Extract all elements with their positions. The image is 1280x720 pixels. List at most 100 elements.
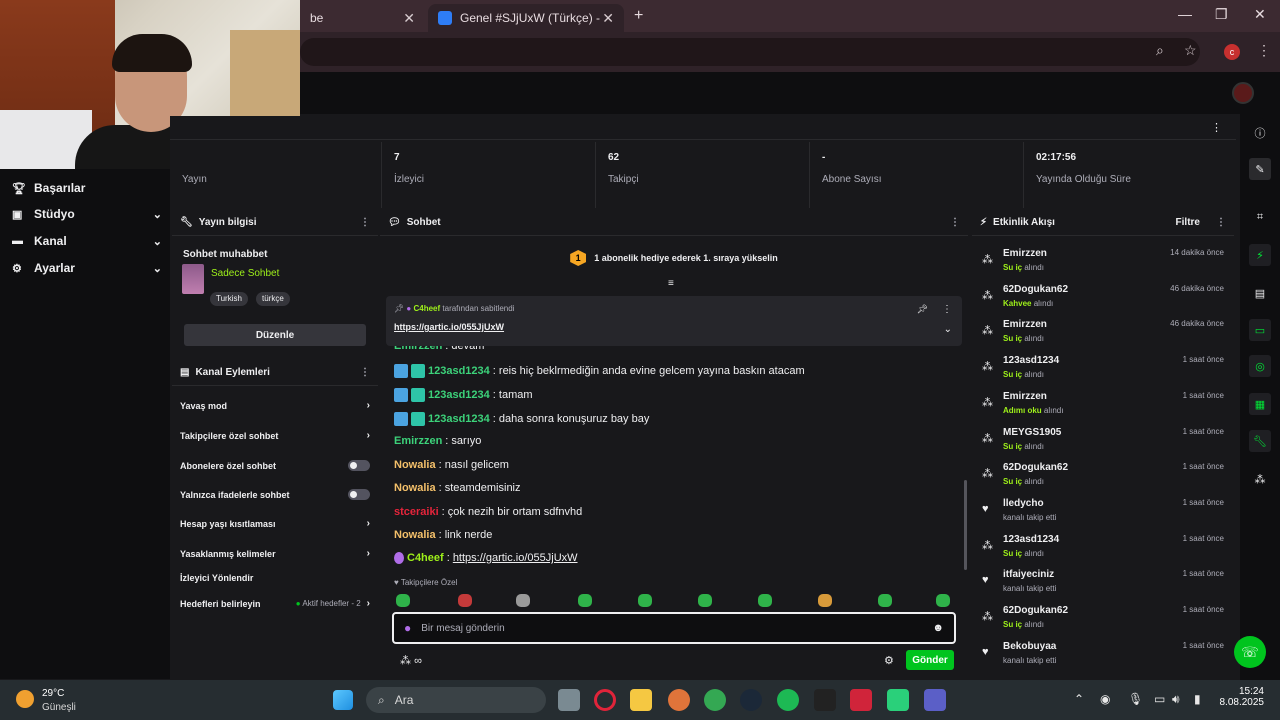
chat-message-link[interactable]: https://gartic.io/055JjUxW bbox=[453, 552, 578, 564]
chat-badge-icon[interactable] bbox=[411, 364, 425, 378]
more-options-icon[interactable]: ⋮ bbox=[950, 217, 960, 228]
chat-scrollbar[interactable] bbox=[964, 480, 967, 570]
user-avatar[interactable] bbox=[1232, 82, 1254, 104]
lightning-icon[interactable]: ⚡︎ bbox=[1249, 244, 1271, 266]
set-goals-row[interactable]: Hedefleri belirleyin ● Aktif hedefler - … bbox=[180, 598, 370, 609]
more-options-icon[interactable]: ⋮ bbox=[360, 367, 370, 378]
chat-badge-icon[interactable] bbox=[394, 552, 404, 564]
epic-games-icon[interactable] bbox=[814, 689, 836, 711]
tray-app-icon[interactable]: ◉ bbox=[1100, 692, 1110, 706]
category-name[interactable]: Sadece Sohbet bbox=[211, 268, 279, 279]
points-icon[interactable]: ⁂ bbox=[1249, 468, 1271, 490]
chat-badge-icon[interactable] bbox=[394, 388, 408, 402]
wrench-icon[interactable]: 🔧︎ bbox=[1249, 430, 1271, 452]
chat-username[interactable]: 123asd1234 bbox=[428, 389, 490, 401]
category-thumbnail[interactable] bbox=[182, 264, 204, 294]
address-bar[interactable] bbox=[300, 38, 1200, 66]
display-icon[interactable]: ▭ bbox=[1154, 692, 1165, 706]
chat-input[interactable] bbox=[421, 622, 933, 634]
emote-icon[interactable] bbox=[758, 594, 772, 607]
layout-icon[interactable]: ▦ bbox=[1249, 393, 1271, 415]
stream-tag[interactable]: türkçe bbox=[256, 292, 290, 306]
chat-badge-icon[interactable] bbox=[411, 412, 425, 426]
steam-icon[interactable] bbox=[740, 689, 762, 711]
chat-username[interactable]: Nowalia bbox=[394, 482, 436, 494]
help-button[interactable]: ☏ bbox=[1234, 636, 1266, 668]
emote-icon[interactable] bbox=[818, 594, 832, 607]
emote-icon[interactable] bbox=[516, 594, 530, 607]
activity-item[interactable]: ⁂ Emirzzen Su iç alındı 14 dakika önce bbox=[980, 247, 1226, 279]
account-age-row[interactable]: Hesap yaşı kısıtlaması › bbox=[180, 518, 370, 529]
battery-icon[interactable]: ▮ bbox=[1194, 692, 1201, 706]
profile-avatar[interactable]: c bbox=[1224, 44, 1240, 60]
edit-button[interactable]: Düzenle bbox=[184, 324, 366, 346]
opera-icon[interactable] bbox=[594, 689, 616, 711]
new-tab-button[interactable]: + bbox=[634, 7, 643, 25]
app-icon[interactable] bbox=[850, 689, 872, 711]
gift-sub-banner[interactable]: 1 1 abonelik hediye ederek 1. sıraya yük… bbox=[380, 244, 968, 272]
more-options-icon[interactable]: ⋮ bbox=[1216, 217, 1226, 228]
taskbar-search[interactable]: ⌕ Ara bbox=[366, 687, 546, 713]
browser-menu-icon[interactable]: ⋮ bbox=[1257, 42, 1271, 59]
emote-icon[interactable] bbox=[396, 594, 410, 607]
send-button[interactable]: Gönder bbox=[906, 650, 954, 670]
close-tab-icon[interactable]: ✕ bbox=[403, 10, 415, 27]
chat-settings-icon[interactable]: ⚙ bbox=[884, 654, 894, 667]
chrome-profile-icon[interactable] bbox=[668, 689, 690, 711]
info-icon[interactable]: ⓘ bbox=[1249, 122, 1271, 144]
close-window-button[interactable]: ✕ bbox=[1254, 6, 1266, 23]
subscribers-only-toggle[interactable] bbox=[348, 460, 370, 471]
close-tab-icon[interactable]: ✕ bbox=[602, 10, 614, 27]
sidebar-item-channel[interactable]: ▬ Kanal ⌄ bbox=[12, 234, 162, 248]
slow-mode-row[interactable]: Yavaş mod › bbox=[180, 400, 370, 411]
activity-item[interactable]: ♥ lledycho kanalı takip etti 1 saat önce bbox=[980, 497, 1226, 529]
emote-icon[interactable] bbox=[638, 594, 652, 607]
collapse-banner-icon[interactable]: ≡ bbox=[668, 278, 674, 289]
chevron-down-icon[interactable]: ⌄ bbox=[944, 324, 952, 335]
chat-badge-icon[interactable] bbox=[411, 388, 425, 402]
weather-widget[interactable]: 29°C Güneşli bbox=[16, 686, 96, 714]
activity-item[interactable]: ⁂ Emirzzen Su iç alındı 46 dakika önce bbox=[980, 318, 1226, 350]
teams-icon[interactable] bbox=[924, 689, 946, 711]
chat-badge-icon[interactable] bbox=[394, 412, 408, 426]
sidebar-item-settings[interactable]: ⚙ Ayarlar ⌄ bbox=[12, 261, 162, 275]
spotify-icon[interactable] bbox=[777, 689, 799, 711]
channel-points[interactable]: ⁂ ∞ bbox=[400, 654, 422, 667]
chat-username[interactable]: 123asd1234 bbox=[428, 365, 490, 377]
chat-icon[interactable]: ▭ bbox=[1249, 319, 1271, 341]
task-view-icon[interactable] bbox=[558, 689, 580, 711]
file-explorer-icon[interactable] bbox=[630, 689, 652, 711]
chat-username[interactable]: Nowalia bbox=[394, 459, 436, 471]
minimize-button[interactable]: — bbox=[1178, 6, 1192, 22]
chrome-icon[interactable] bbox=[704, 689, 726, 711]
document-icon[interactable]: ▤ bbox=[1249, 282, 1271, 304]
more-options-icon[interactable]: ⋮ bbox=[360, 217, 370, 228]
pinned-link[interactable]: https://gartic.io/055JjUxW bbox=[394, 322, 504, 332]
emote-icon[interactable] bbox=[936, 594, 950, 607]
volume-icon[interactable]: 🔊︎ bbox=[1172, 692, 1180, 707]
tray-chevron-icon[interactable]: ⌃ bbox=[1074, 692, 1084, 706]
chat-badge-icon[interactable] bbox=[394, 364, 408, 378]
more-options-icon[interactable]: ⋮ bbox=[942, 304, 952, 315]
chat-username[interactable]: 123asd1234 bbox=[428, 413, 490, 425]
emote-icon[interactable] bbox=[458, 594, 472, 607]
chat-username[interactable]: stceraiki bbox=[394, 506, 439, 518]
activity-item[interactable]: ⁂ 62Dogukan62 Kahvee alındı 46 dakika önce bbox=[980, 283, 1226, 315]
followers-only-chat-row[interactable]: Takipçilere özel sohbet › bbox=[180, 430, 370, 441]
banned-words-row[interactable]: Yasaklanmış kelimeler › bbox=[180, 548, 370, 559]
bookmark-star-icon[interactable]: ☆ bbox=[1184, 42, 1197, 59]
browser-tab-other[interactable]: be ✕ bbox=[300, 4, 425, 32]
activity-item[interactable]: ⁂ 123asd1234 Su iç alındı 1 saat önce bbox=[980, 354, 1226, 386]
raid-viewers-row[interactable]: İzleyici Yönlendir bbox=[180, 573, 370, 583]
edit-icon[interactable]: ✎ bbox=[1249, 158, 1271, 180]
maximize-button[interactable]: ❐ bbox=[1215, 6, 1228, 23]
filter-button[interactable]: Filtre bbox=[1176, 217, 1200, 228]
crop-icon[interactable]: ⌗ bbox=[1249, 206, 1271, 228]
pin-icon[interactable]: 📌︎ bbox=[917, 304, 928, 315]
more-options-icon[interactable]: ⋮ bbox=[1211, 121, 1222, 134]
kick-app-icon[interactable] bbox=[887, 689, 909, 711]
browser-tab-gartic[interactable]: Genel #SJjUxW (Türkçe) - Gartic ✕ bbox=[428, 4, 624, 32]
stream-tag[interactable]: Turkish bbox=[210, 292, 248, 306]
emote-icon[interactable] bbox=[878, 594, 892, 607]
chat-username[interactable]: C4heef bbox=[407, 552, 444, 564]
